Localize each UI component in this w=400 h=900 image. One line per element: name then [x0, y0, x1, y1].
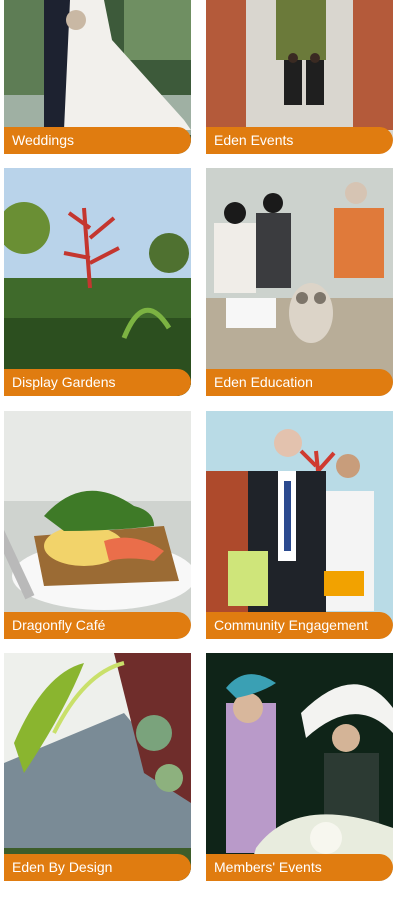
dragonfly-cafe-photo [4, 411, 191, 639]
eden-education-photo [206, 168, 393, 396]
tile-community-engagement[interactable]: Community Engagement [206, 411, 393, 639]
tile-label: Display Gardens [4, 369, 191, 396]
tile-display-gardens[interactable]: Display Gardens [4, 168, 191, 396]
tile-label: Weddings [4, 127, 191, 154]
tile-label: Eden Education [206, 369, 393, 396]
display-gardens-photo [4, 168, 191, 396]
tile-label: Community Engagement [206, 612, 393, 639]
tile-label: Dragonfly Café [4, 612, 191, 639]
tile-label: Eden Events [206, 127, 393, 154]
tile-weddings[interactable]: Weddings [4, 0, 191, 154]
tile-members-events[interactable]: Members' Events [206, 653, 393, 881]
tile-label: Members' Events [206, 854, 393, 881]
eden-by-design-photo [4, 653, 191, 881]
tile-dragonfly-cafe[interactable]: Dragonfly Café [4, 411, 191, 639]
tile-eden-education[interactable]: Eden Education [206, 168, 393, 396]
members-events-photo [206, 653, 393, 881]
tile-eden-by-design[interactable]: Eden By Design [4, 653, 191, 881]
community-engagement-photo [206, 411, 393, 639]
tile-label: Eden By Design [4, 854, 191, 881]
tile-eden-events[interactable]: Eden Events [206, 0, 393, 154]
